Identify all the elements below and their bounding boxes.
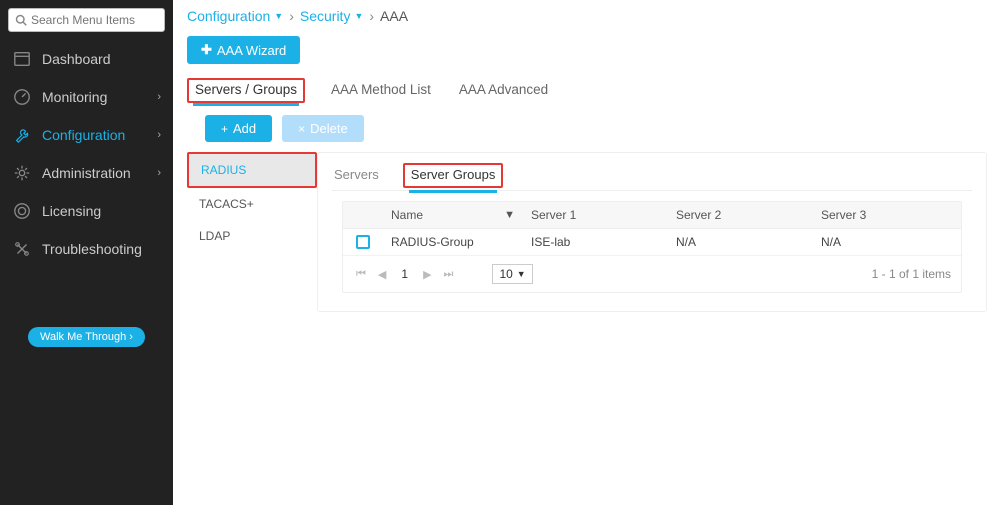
breadcrumb-separator: ›: [289, 8, 294, 24]
protocol-list: RADIUS TACACS+ LDAP: [187, 152, 317, 312]
chevron-right-icon: ›: [157, 129, 161, 141]
cell-server2: N/A: [668, 229, 813, 255]
delete-label: Delete: [310, 121, 348, 136]
x-icon: ×: [298, 122, 305, 136]
filter-icon[interactable]: ▼: [504, 209, 515, 221]
highlight-marker: Servers / Groups: [187, 78, 305, 103]
sidebar-item-administration[interactable]: Administration ›: [0, 154, 173, 192]
sidebar-item-monitoring[interactable]: Monitoring ›: [0, 78, 173, 116]
sidebar-item-licensing[interactable]: Licensing: [0, 192, 173, 230]
tab-advanced[interactable]: AAA Advanced: [457, 78, 550, 103]
th-server2[interactable]: Server 2: [668, 202, 813, 228]
pager: ⏮ ◀ 1 ▶ ⏭ 10 ▼ 1 - 1 of 1 items: [343, 256, 961, 292]
protocol-ldap[interactable]: LDAP: [187, 220, 317, 252]
tabs-row: Servers / Groups AAA Method List AAA Adv…: [187, 78, 987, 103]
breadcrumb-separator: ›: [369, 8, 374, 24]
tab-method-list[interactable]: AAA Method List: [329, 78, 433, 103]
sidebar-item-troubleshooting[interactable]: Troubleshooting: [0, 230, 173, 268]
caret-down-icon: ▼: [517, 269, 526, 279]
sidebar-item-configuration[interactable]: Configuration ›: [0, 116, 173, 154]
aaa-wizard-button[interactable]: ✚ AAA Wizard: [187, 36, 300, 64]
th-server1[interactable]: Server 1: [523, 202, 668, 228]
sidebar-item-dashboard[interactable]: Dashboard: [0, 40, 173, 78]
action-row: + Add × Delete: [205, 115, 987, 142]
breadcrumb-security[interactable]: Security: [300, 8, 351, 24]
panel: Servers Server Groups Name ▼ Server 1 Se…: [317, 152, 987, 312]
subtab-servers[interactable]: Servers: [332, 163, 381, 190]
caret-down-icon: ▼: [274, 11, 283, 21]
gauge-icon: [12, 87, 32, 107]
sidebar-item-label: Dashboard: [42, 51, 111, 67]
protocol-tacacs[interactable]: TACACS+: [187, 188, 317, 220]
dashboard-icon: [12, 49, 32, 69]
search-icon: [15, 14, 27, 26]
sidebar-item-label: Administration: [42, 165, 131, 181]
sidebar: Dashboard Monitoring › Configuration › A…: [0, 0, 173, 505]
highlight-marker: Server Groups: [403, 163, 504, 188]
table-header: Name ▼ Server 1 Server 2 Server 3: [343, 202, 961, 229]
subtab-server-groups[interactable]: Server Groups: [409, 163, 498, 193]
table-row[interactable]: RADIUS-Group ISE-lab N/A N/A: [343, 229, 961, 256]
pager-prev-icon[interactable]: ◀: [375, 268, 389, 281]
cell-name: RADIUS-Group: [383, 229, 523, 255]
plus-icon: ✚: [201, 42, 212, 58]
plus-icon: +: [221, 122, 228, 136]
wizard-label: AAA Wizard: [217, 43, 286, 58]
sidebar-item-label: Troubleshooting: [42, 241, 142, 257]
search-box[interactable]: [8, 8, 165, 32]
add-button[interactable]: + Add: [205, 115, 272, 142]
pager-info: 1 - 1 of 1 items: [872, 267, 951, 281]
th-checkbox: [343, 202, 383, 228]
sidebar-item-label: Licensing: [42, 203, 101, 219]
tools-icon: [12, 239, 32, 259]
license-icon: [12, 201, 32, 221]
wrench-icon: [12, 125, 32, 145]
chevron-right-icon: ›: [157, 91, 161, 103]
sidebar-item-label: Configuration: [42, 127, 125, 143]
caret-down-icon: ▼: [354, 11, 363, 21]
cell-server3: N/A: [813, 229, 958, 255]
pager-next-icon[interactable]: ▶: [420, 268, 434, 281]
delete-button[interactable]: × Delete: [282, 115, 364, 142]
cell-server1: ISE-lab: [523, 229, 668, 255]
walk-me-through-button[interactable]: Walk Me Through ›: [28, 327, 145, 347]
breadcrumb: Configuration▼ › Security▼ › AAA: [187, 8, 987, 24]
sidebar-item-label: Monitoring: [42, 89, 107, 105]
breadcrumb-current: AAA: [380, 8, 408, 24]
main-content: Configuration▼ › Security▼ › AAA ✚ AAA W…: [173, 0, 999, 505]
server-groups-table: Name ▼ Server 1 Server 2 Server 3 RADIUS…: [342, 201, 962, 293]
highlight-marker: RADIUS: [187, 152, 317, 188]
th-name[interactable]: Name ▼: [383, 202, 523, 228]
chevron-right-icon: ›: [157, 167, 161, 179]
page-size-select[interactable]: 10 ▼: [492, 264, 532, 284]
breadcrumb-configuration[interactable]: Configuration: [187, 8, 270, 24]
subtabs: Servers Server Groups: [332, 163, 972, 191]
pager-current: 1: [395, 267, 414, 281]
add-label: Add: [233, 121, 256, 136]
pager-last-icon[interactable]: ⏭: [441, 268, 457, 281]
pager-first-icon[interactable]: ⏮: [353, 268, 369, 281]
search-input[interactable]: [31, 13, 158, 27]
protocol-radius[interactable]: RADIUS: [189, 154, 315, 186]
row-checkbox[interactable]: [356, 235, 370, 249]
gear-icon: [12, 163, 32, 183]
th-server3[interactable]: Server 3: [813, 202, 958, 228]
tab-servers-groups[interactable]: Servers / Groups: [193, 78, 299, 106]
